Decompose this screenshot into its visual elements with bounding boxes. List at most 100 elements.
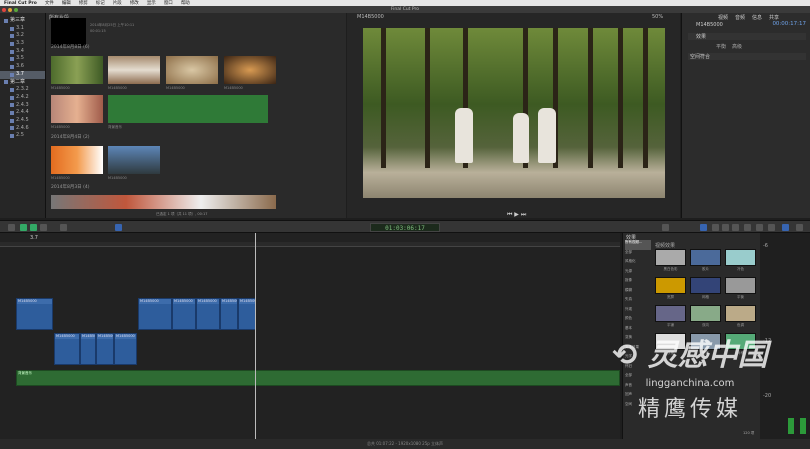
viewer-zoom[interactable]: 50% bbox=[652, 14, 663, 20]
effects-browser-button[interactable] bbox=[700, 224, 707, 231]
library-item[interactable]: 3.5 bbox=[0, 55, 45, 63]
balance-label[interactable]: 平衡 bbox=[716, 43, 726, 50]
effect-thumbnail[interactable] bbox=[725, 305, 756, 322]
themes-button[interactable] bbox=[768, 224, 775, 231]
share-button[interactable] bbox=[796, 224, 803, 231]
timeline-clip[interactable]: M14B5000 bbox=[54, 333, 80, 365]
clip-thumbnail[interactable] bbox=[166, 56, 218, 84]
select-tool[interactable] bbox=[115, 224, 122, 231]
music-button[interactable] bbox=[722, 224, 729, 231]
clip-thumbnail[interactable] bbox=[51, 56, 103, 84]
playhead[interactable] bbox=[255, 233, 256, 439]
library-item[interactable]: 3.1 bbox=[0, 25, 45, 33]
library-item[interactable]: 2.4.5 bbox=[0, 117, 45, 125]
library-item[interactable]: 第二章 bbox=[0, 79, 45, 87]
timeline-ruler[interactable] bbox=[0, 242, 620, 247]
inspector-toggle[interactable] bbox=[782, 224, 789, 231]
clip-thumbnail[interactable] bbox=[51, 146, 103, 174]
timeline-clip[interactable]: M14B5000 bbox=[96, 333, 114, 365]
import-button[interactable] bbox=[8, 224, 15, 231]
effects-category[interactable]: 风格化 bbox=[625, 259, 651, 269]
timeline-clip[interactable]: M14B5000 bbox=[172, 298, 196, 330]
event-browser: 所有片段 2014年8月25日 上午10:11 00:01:15 2014年8月… bbox=[46, 13, 346, 218]
transitions-button[interactable] bbox=[732, 224, 739, 231]
library-item[interactable]: 3.7 bbox=[0, 70, 45, 79]
timeline-clip[interactable]: M14B5000 bbox=[220, 298, 238, 330]
advanced-label[interactable]: 高级 bbox=[732, 43, 742, 50]
audio-clip[interactable]: 背景音乐 bbox=[16, 370, 620, 386]
clip-thumbnail[interactable] bbox=[51, 18, 86, 46]
library-item[interactable]: 3.6 bbox=[0, 63, 45, 71]
event-icon bbox=[10, 72, 14, 77]
spatial-conform-section[interactable]: 空间符合 bbox=[688, 53, 806, 60]
generators-button[interactable] bbox=[756, 224, 763, 231]
photos-button[interactable] bbox=[712, 224, 719, 231]
library-item[interactable]: 第三章 bbox=[0, 17, 45, 25]
tab-audio[interactable]: 音频 bbox=[735, 14, 745, 21]
effects-category[interactable]: 失真 bbox=[625, 297, 651, 307]
clip-name: M14B5000 bbox=[166, 86, 185, 90]
titles-button[interactable] bbox=[744, 224, 751, 231]
connect-button[interactable] bbox=[20, 224, 27, 231]
effects-category[interactable]: 外观 bbox=[625, 307, 651, 317]
effects-category[interactable]: 全部 bbox=[625, 250, 651, 260]
clip-thumbnail[interactable] bbox=[108, 56, 160, 84]
append-button[interactable] bbox=[40, 224, 47, 231]
close-button[interactable] bbox=[2, 8, 6, 12]
timeline[interactable]: 3.7 M14B5000 M14B5000 M14B5000 M14B5000 … bbox=[0, 233, 620, 439]
timeline-clip[interactable]: M14B5000 bbox=[114, 333, 137, 365]
keyword-button[interactable] bbox=[60, 224, 67, 231]
library-item[interactable]: 3.3 bbox=[0, 40, 45, 48]
effect-thumbnail[interactable] bbox=[725, 277, 756, 294]
effect-thumbnail[interactable] bbox=[655, 277, 686, 294]
tab-video[interactable]: 视频 bbox=[718, 14, 728, 21]
playback-controls[interactable]: ⏮ ▶ ⏭ bbox=[507, 211, 526, 219]
effects-category[interactable]: 所有视频... bbox=[625, 240, 651, 250]
clip-thumbnail-row[interactable] bbox=[51, 195, 276, 209]
insert-button[interactable] bbox=[30, 224, 37, 231]
library-item[interactable]: 2.4.6 bbox=[0, 125, 45, 133]
menu-app[interactable]: Final Cut Pro bbox=[4, 1, 37, 6]
effect-thumbnail[interactable] bbox=[690, 305, 721, 322]
library-item[interactable]: 2.4.4 bbox=[0, 109, 45, 117]
effect-thumbnail[interactable] bbox=[690, 249, 721, 266]
effect-thumbnail[interactable] bbox=[655, 249, 686, 266]
library-item[interactable]: 2.3.2 bbox=[0, 86, 45, 94]
library-item[interactable]: 2.4.2 bbox=[0, 94, 45, 102]
clip-thumbnail[interactable] bbox=[224, 56, 276, 84]
audio-clip-thumbnail[interactable] bbox=[108, 95, 268, 123]
effects-section[interactable]: 效果 bbox=[688, 33, 806, 40]
effect-thumbnail[interactable] bbox=[725, 249, 756, 266]
timecode-display[interactable]: 01:03:06:17 bbox=[370, 223, 440, 232]
library-item[interactable]: 2.4.3 bbox=[0, 102, 45, 110]
date-group-header[interactable]: 2014年8月8日 (6) bbox=[51, 44, 90, 50]
effect-label: 冷色 bbox=[737, 267, 744, 271]
effect-label: 色调 bbox=[737, 323, 744, 327]
event-icon bbox=[10, 49, 14, 54]
date-group-header[interactable]: 2014年8月4日 (2) bbox=[51, 134, 90, 140]
timeline-clip[interactable]: M14B5000 bbox=[238, 298, 256, 330]
effects-category[interactable]: 颜色 bbox=[625, 316, 651, 326]
library-item[interactable]: 3.2 bbox=[0, 32, 45, 40]
library-item-label: 3.3 bbox=[16, 40, 24, 47]
clip-thumbnail[interactable] bbox=[108, 146, 160, 174]
timeline-clip[interactable]: M14B5000 bbox=[196, 298, 220, 330]
effects-category[interactable]: 光源 bbox=[625, 269, 651, 279]
effect-thumbnail[interactable] bbox=[655, 305, 686, 322]
timeline-clip[interactable]: M14B5000 bbox=[138, 298, 172, 330]
effects-category[interactable]: 抠像 bbox=[625, 278, 651, 288]
event-icon bbox=[4, 80, 8, 85]
clip-thumbnail[interactable] bbox=[51, 95, 103, 123]
effects-category[interactable]: 模糊 bbox=[625, 288, 651, 298]
date-group-header[interactable]: 2014年8月3日 (4) bbox=[51, 184, 90, 190]
tab-info[interactable]: 信息 bbox=[752, 14, 762, 21]
library-item[interactable]: 3.4 bbox=[0, 48, 45, 56]
timeline-clip[interactable]: M14B5000 bbox=[16, 298, 53, 330]
zoom-button[interactable] bbox=[14, 8, 18, 12]
effect-thumbnail[interactable] bbox=[690, 277, 721, 294]
timeline-clip[interactable]: M14B5000 bbox=[80, 333, 96, 365]
enhance-button[interactable] bbox=[662, 224, 669, 231]
minimize-button[interactable] bbox=[8, 8, 12, 12]
library-item[interactable]: 2.5 bbox=[0, 132, 45, 140]
tab-share[interactable]: 共享 bbox=[769, 14, 779, 21]
